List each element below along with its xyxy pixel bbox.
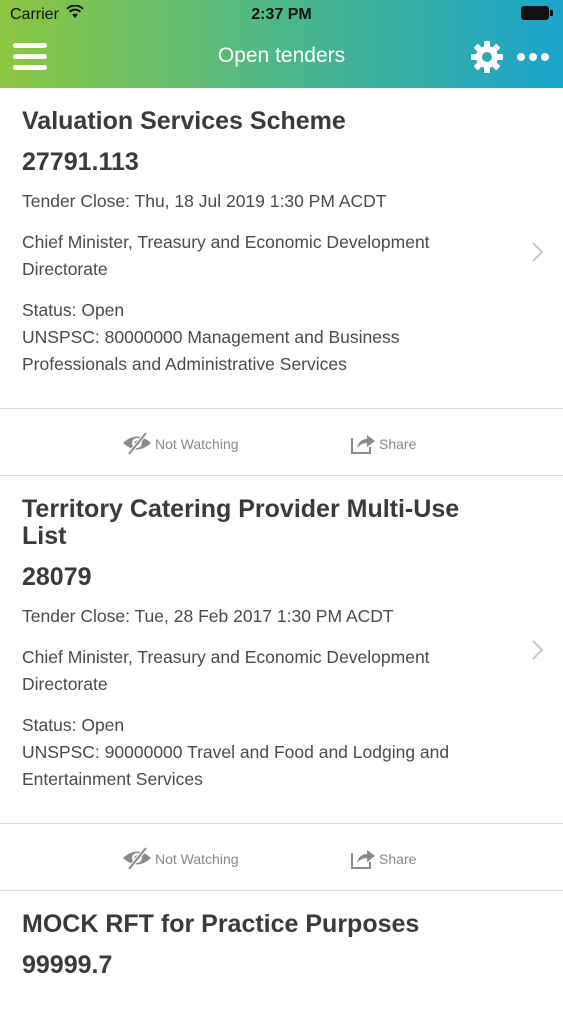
tender-organisation: Chief Minister, Treasury and Economic De… bbox=[22, 647, 430, 694]
tender-list: Valuation Services Scheme 27791.113 Tend… bbox=[0, 88, 563, 1010]
tender-id: 28079 bbox=[22, 563, 92, 591]
tender-status: Status: Open bbox=[22, 300, 125, 320]
chevron-right-icon bbox=[532, 640, 544, 660]
tender-close-date: Tender Close: Thu, 18 Jul 2019 1:30 PM A… bbox=[22, 191, 387, 211]
tender-actions: Not Watching Share bbox=[0, 408, 563, 475]
tender-card[interactable]: Territory Catering Provider Multi-Use Li… bbox=[0, 476, 563, 891]
tender-actions: Not Watching Share bbox=[0, 823, 563, 890]
tender-title: MOCK RFT for Practice Purposes bbox=[22, 910, 420, 938]
tender-card-content[interactable]: MOCK RFT for Practice Purposes 99999.7 bbox=[0, 891, 563, 1010]
chevron-right-icon bbox=[532, 242, 544, 262]
app-header: Carrier 2:37 PM Open tenders bbox=[0, 0, 563, 88]
tender-unspsc: UNSPSC: 80000000 Management and Business… bbox=[22, 327, 400, 374]
tender-card-content[interactable]: Valuation Services Scheme 27791.113 Tend… bbox=[0, 88, 563, 408]
tender-card[interactable]: Valuation Services Scheme 27791.113 Tend… bbox=[0, 88, 563, 476]
status-time: 2:37 PM bbox=[251, 6, 312, 23]
eye-slash-icon bbox=[123, 846, 151, 870]
tender-unspsc: UNSPSC: 90000000 Travel and Food and Lod… bbox=[22, 742, 450, 789]
tender-status: Status: Open bbox=[22, 715, 125, 735]
tender-title: Valuation Services Scheme bbox=[22, 107, 346, 135]
eye-slash-icon bbox=[123, 431, 151, 455]
watch-label: Not Watching bbox=[155, 436, 239, 452]
tender-title: Territory Catering Provider Multi-Use Li… bbox=[22, 495, 460, 550]
tender-id: 99999.7 bbox=[22, 951, 113, 979]
share-label: Share bbox=[379, 851, 417, 867]
tender-organisation: Chief Minister, Treasury and Economic De… bbox=[22, 232, 430, 279]
share-icon bbox=[351, 435, 375, 454]
nav-bar: Open tenders bbox=[0, 30, 563, 88]
more-options-button[interactable] bbox=[515, 51, 551, 63]
watch-label: Not Watching bbox=[155, 851, 239, 867]
status-bar: Carrier 2:37 PM bbox=[0, 0, 563, 30]
share-label: Share bbox=[379, 436, 417, 452]
share-icon bbox=[351, 850, 375, 869]
tender-close-date: Tender Close: Tue, 28 Feb 2017 1:30 PM A… bbox=[22, 606, 394, 626]
tender-card-content[interactable]: Territory Catering Provider Multi-Use Li… bbox=[0, 476, 563, 823]
settings-gear-icon[interactable] bbox=[470, 40, 504, 74]
tender-id: 27791.113 bbox=[22, 148, 139, 176]
battery-icon bbox=[521, 6, 553, 20]
tender-card[interactable]: MOCK RFT for Practice Purposes 99999.7 bbox=[0, 891, 563, 1010]
